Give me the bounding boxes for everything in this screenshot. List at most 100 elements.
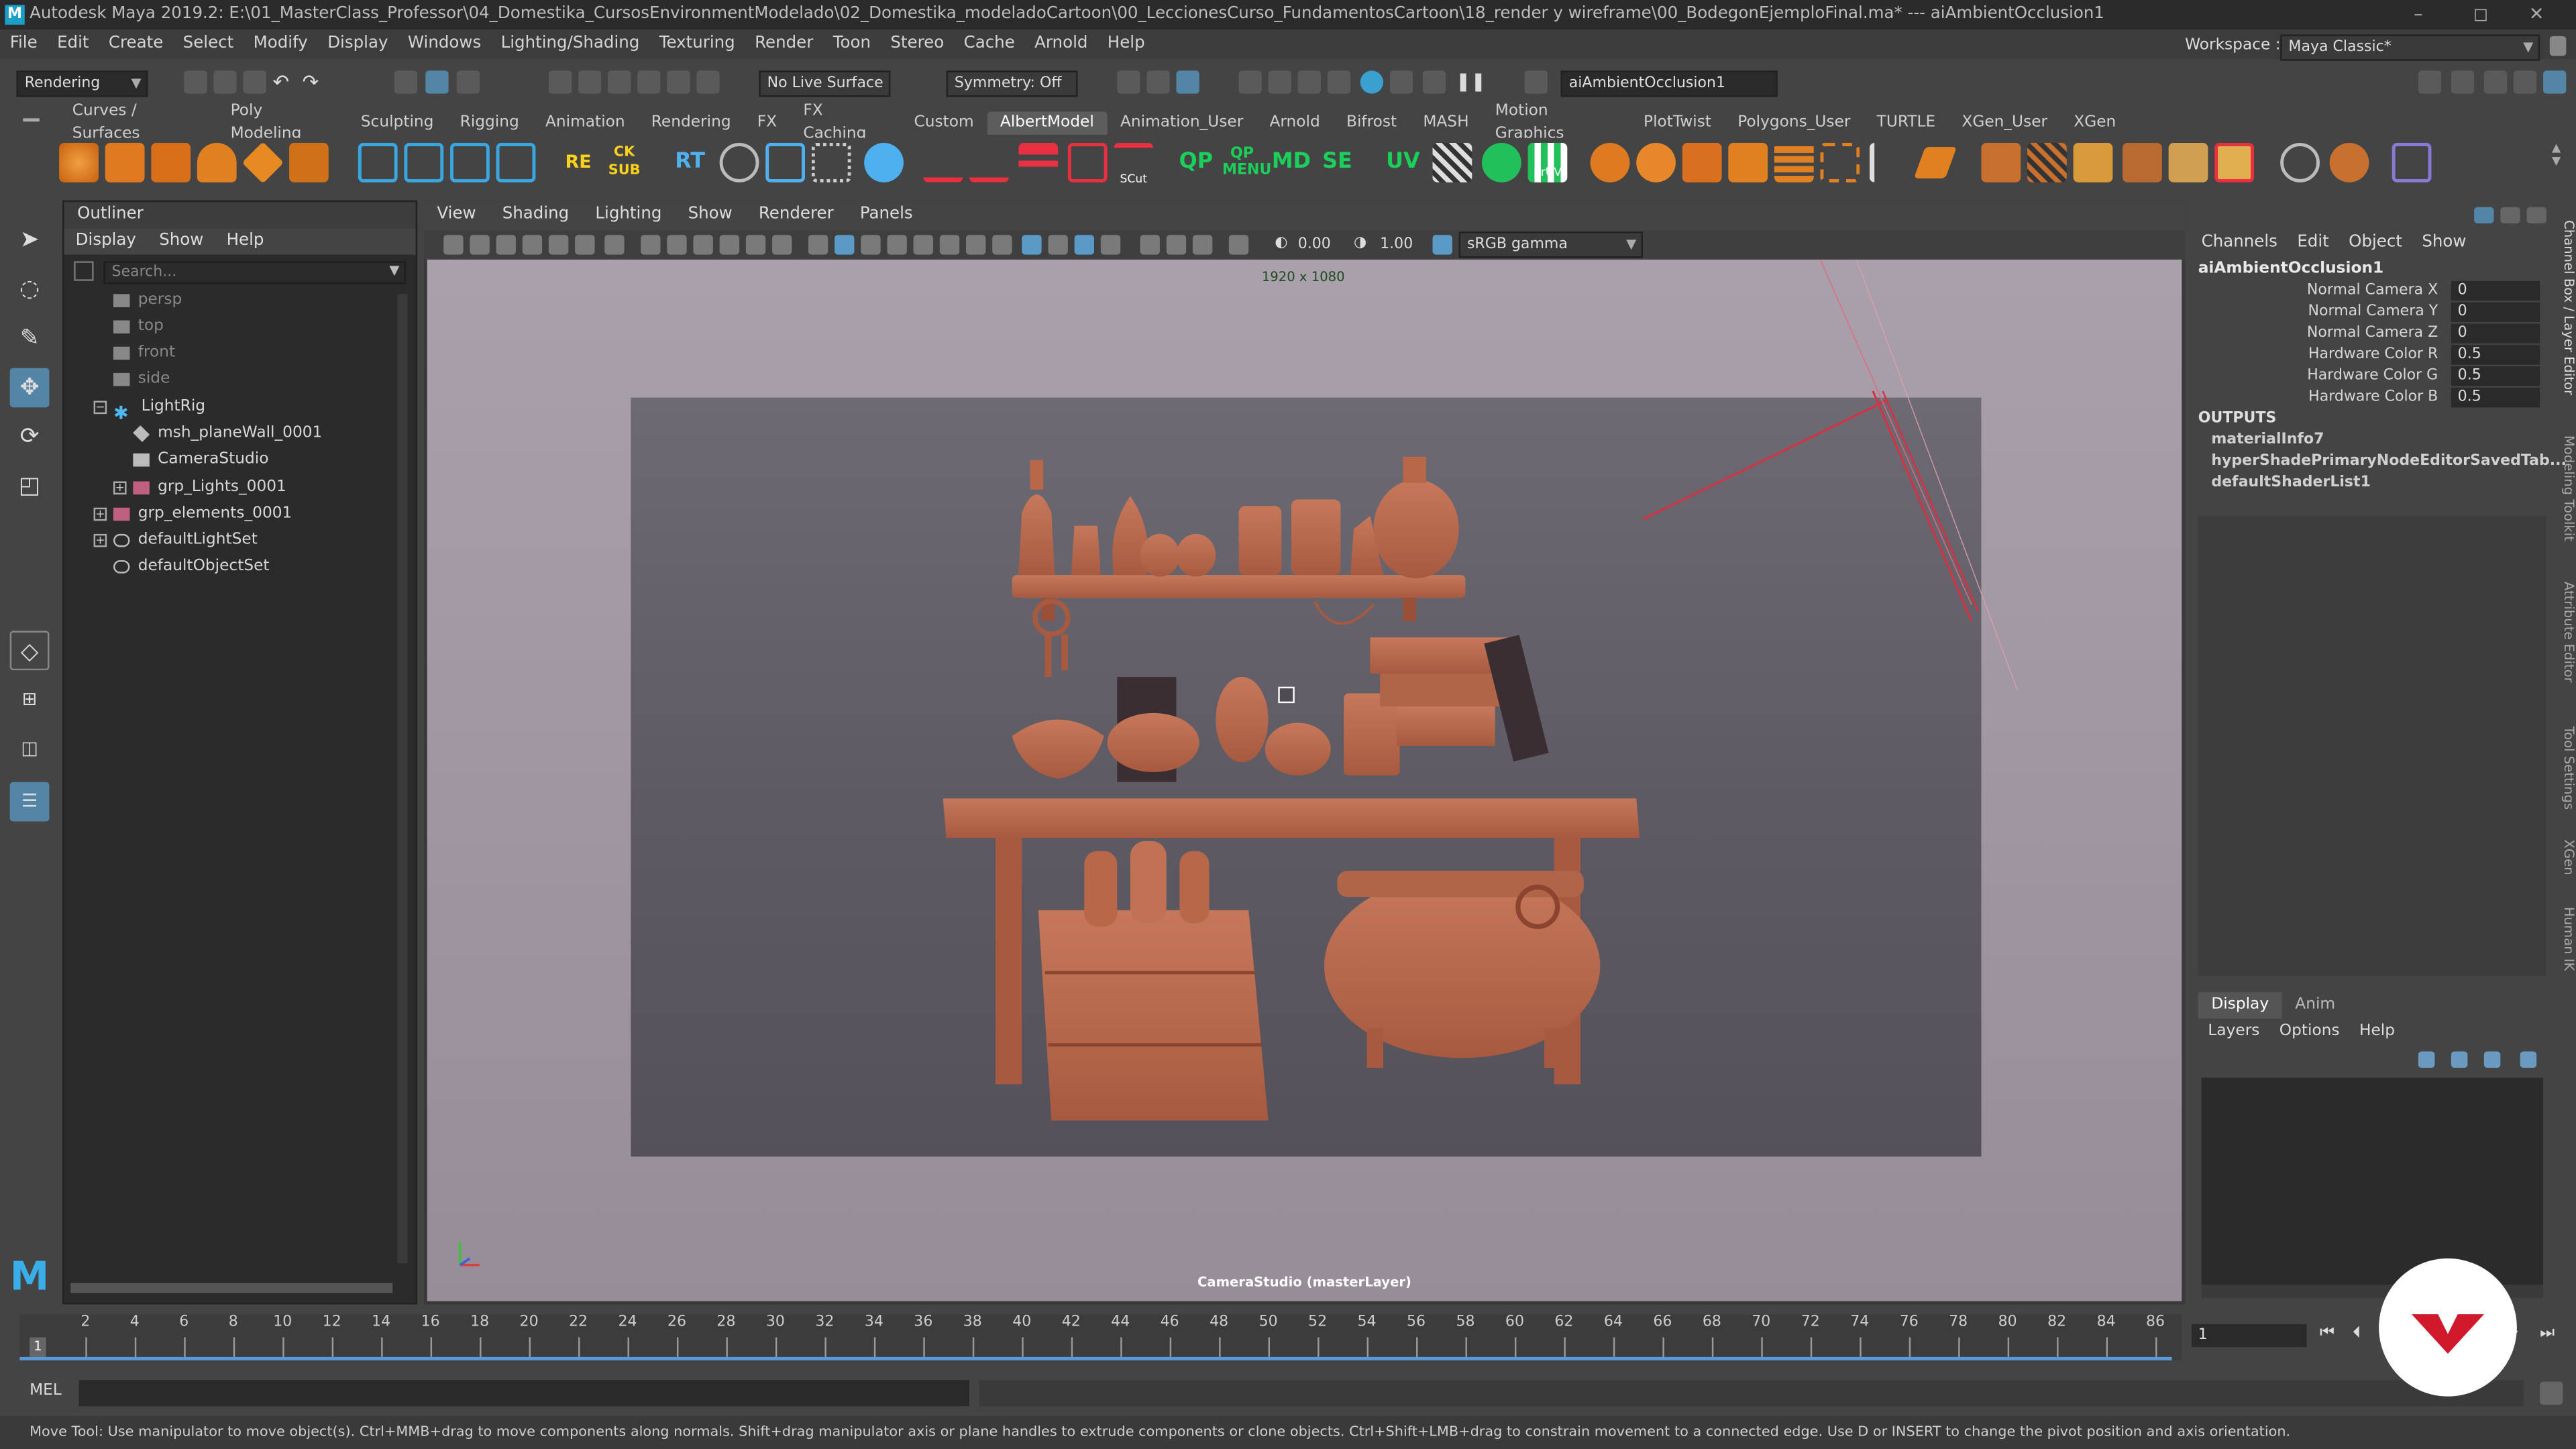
- exposure-field[interactable]: 0.00: [1298, 233, 1347, 256]
- go-to-end-icon[interactable]: ⏭: [2540, 1324, 2555, 1342]
- poly-cylinder-icon[interactable]: [151, 143, 191, 182]
- construction-history-icon[interactable]: [1117, 70, 1140, 94]
- menu-display[interactable]: Display: [317, 30, 398, 59]
- outliner-menu-help[interactable]: Help: [215, 228, 275, 254]
- node-name-field[interactable]: aiAmbientOcclusion1: [1560, 70, 1778, 97]
- shelf-tab-xgen[interactable]: XGen: [2061, 112, 2129, 135]
- shelf-tab-custom[interactable]: Custom: [901, 112, 987, 135]
- rotate-tool-icon[interactable]: ⟳: [10, 417, 50, 457]
- snap-pivot-icon[interactable]: [696, 70, 720, 94]
- lasso-tool-icon[interactable]: ◌: [10, 270, 50, 309]
- uv-script-icon[interactable]: UV: [1383, 143, 1423, 182]
- shelf-tab-fx[interactable]: FX: [744, 112, 790, 135]
- poly-plane-icon[interactable]: [241, 142, 284, 184]
- crate-icon[interactable]: [2214, 143, 2255, 182]
- undo-icon[interactable]: ↶: [273, 70, 296, 93]
- viewport-3d[interactable]: 1920 x 1080 CameraStudio (masterLayer): [427, 259, 2182, 1301]
- grid-tool-icon[interactable]: [1774, 143, 1814, 182]
- ck-sub-script-icon[interactable]: CK SUB: [604, 143, 644, 182]
- tool-settings-icon[interactable]: [2483, 70, 2508, 94]
- image-plane-icon[interactable]: [522, 235, 543, 255]
- layer-list[interactable]: [2201, 1077, 2544, 1285]
- twod-pan-zoom-icon[interactable]: [548, 235, 569, 255]
- command-input[interactable]: [78, 1380, 969, 1407]
- close-window-button[interactable]: ✕: [2514, 0, 2560, 30]
- cb-menu-show[interactable]: Show: [2412, 230, 2476, 256]
- maximize-button[interactable]: ◻: [2458, 0, 2504, 30]
- snap-align-icon[interactable]: [765, 143, 806, 182]
- move-layer-up-icon[interactable]: [2418, 1051, 2435, 1068]
- select-hierarchy-icon[interactable]: [394, 70, 418, 94]
- attr-value[interactable]: 0.5: [2451, 345, 2540, 365]
- current-frame-marker[interactable]: 1: [30, 1337, 46, 1357]
- select-tool-icon[interactable]: ➤: [10, 220, 50, 260]
- menu-texturing[interactable]: Texturing: [649, 30, 745, 59]
- new-layer-selected-icon[interactable]: [2520, 1051, 2537, 1068]
- render-current-frame-icon[interactable]: [1146, 70, 1170, 94]
- outliner-item-grp-lights[interactable]: grp_Lights_0001: [133, 475, 286, 501]
- exposure-icon[interactable]: ◐: [1275, 235, 1294, 254]
- side-tab-channel-box[interactable]: Channel Box / Layer Editor: [2550, 217, 2576, 397]
- menu-lighting-shading[interactable]: Lighting/Shading: [491, 30, 649, 59]
- segments-icon[interactable]: [1728, 143, 1768, 182]
- workspace-dropdown[interactable]: Maya Classic* ▼: [2280, 34, 2540, 61]
- scut-icon[interactable]: SCut: [1114, 143, 1154, 186]
- isolate-select-icon[interactable]: [1100, 235, 1121, 255]
- snap-point-icon[interactable]: [608, 70, 631, 94]
- go-to-start-icon[interactable]: ⏮: [2320, 1324, 2334, 1342]
- orange-sphere-icon[interactable]: [1590, 143, 1630, 182]
- se-script-icon[interactable]: SE: [1318, 143, 1357, 182]
- current-frame-field[interactable]: 1: [2191, 1324, 2307, 1348]
- extrude-icon[interactable]: [1913, 146, 1957, 178]
- light-editor-icon[interactable]: [1360, 70, 1384, 94]
- viewport-menu-renderer[interactable]: Renderer: [745, 201, 847, 230]
- live-surface-field[interactable]: No Live Surface: [759, 70, 891, 97]
- output-node[interactable]: hyperShadePrimaryNodeEditorSavedTab...: [2211, 453, 2567, 470]
- wood-board-icon[interactable]: [2123, 143, 2162, 182]
- shelf-tab-arnold[interactable]: Arnold: [1256, 112, 1333, 135]
- smooth-shade-icon[interactable]: [835, 235, 855, 255]
- filter-icon[interactable]: [74, 261, 94, 281]
- expand-icon[interactable]: +: [93, 533, 107, 547]
- shadows-icon[interactable]: [966, 235, 986, 255]
- motion-blur-icon[interactable]: [1022, 235, 1042, 255]
- edge-tool-icon[interactable]: [923, 143, 963, 182]
- select-component-icon[interactable]: [456, 70, 480, 94]
- command-language-label[interactable]: MEL: [30, 1382, 62, 1400]
- outliner-layout-icon[interactable]: ☰: [9, 782, 50, 822]
- screen-space-ao-icon[interactable]: [992, 235, 1012, 255]
- attribute-editor-icon[interactable]: [2451, 70, 2475, 94]
- safe-action-icon[interactable]: [745, 235, 766, 255]
- wireframe-icon[interactable]: [808, 235, 828, 255]
- open-scene-icon[interactable]: [213, 70, 237, 94]
- menu-cache[interactable]: Cache: [954, 30, 1025, 59]
- attr-value[interactable]: 0: [2451, 323, 2540, 343]
- pin-tool-icon[interactable]: [2280, 143, 2320, 182]
- field-chart-icon[interactable]: [719, 235, 740, 255]
- ipr-render-icon[interactable]: [1238, 70, 1262, 94]
- side-tab-tool-settings[interactable]: Tool Settings: [2550, 716, 2576, 818]
- side-tab-xgen[interactable]: XGen: [2550, 838, 2576, 877]
- select-object-icon[interactable]: [425, 70, 449, 94]
- redo-icon[interactable]: ↷: [303, 70, 325, 93]
- shelf-tab-bifrost[interactable]: Bifrost: [1333, 112, 1409, 135]
- menu-render[interactable]: Render: [745, 30, 823, 59]
- wood-plank-icon[interactable]: [2168, 143, 2208, 182]
- anti-aliasing-icon[interactable]: [1048, 235, 1068, 255]
- tiles-icon[interactable]: [2027, 143, 2067, 182]
- use-lights-icon[interactable]: [939, 235, 960, 255]
- cb-menu-object[interactable]: Object: [2339, 230, 2412, 256]
- md-script-icon[interactable]: MD: [1272, 143, 1311, 182]
- shelf-tab-rigging[interactable]: Rigging: [447, 112, 532, 135]
- gate-mask-icon[interactable]: [693, 235, 713, 255]
- pruv-icon[interactable]: prUV: [1527, 143, 1568, 182]
- poly-pipe-icon[interactable]: [289, 143, 329, 182]
- menu-create[interactable]: Create: [99, 30, 173, 59]
- snap-surface-icon[interactable]: [667, 70, 690, 94]
- outliner-item-persp[interactable]: persp: [113, 288, 182, 314]
- shelf-tab-mash[interactable]: MASH: [1410, 112, 1482, 135]
- output-node[interactable]: defaultShaderList1: [2211, 475, 2371, 491]
- checker-texture-icon[interactable]: [1432, 143, 1472, 182]
- attr-value[interactable]: 0: [2451, 302, 2540, 323]
- rt-script-icon[interactable]: RT: [670, 143, 710, 182]
